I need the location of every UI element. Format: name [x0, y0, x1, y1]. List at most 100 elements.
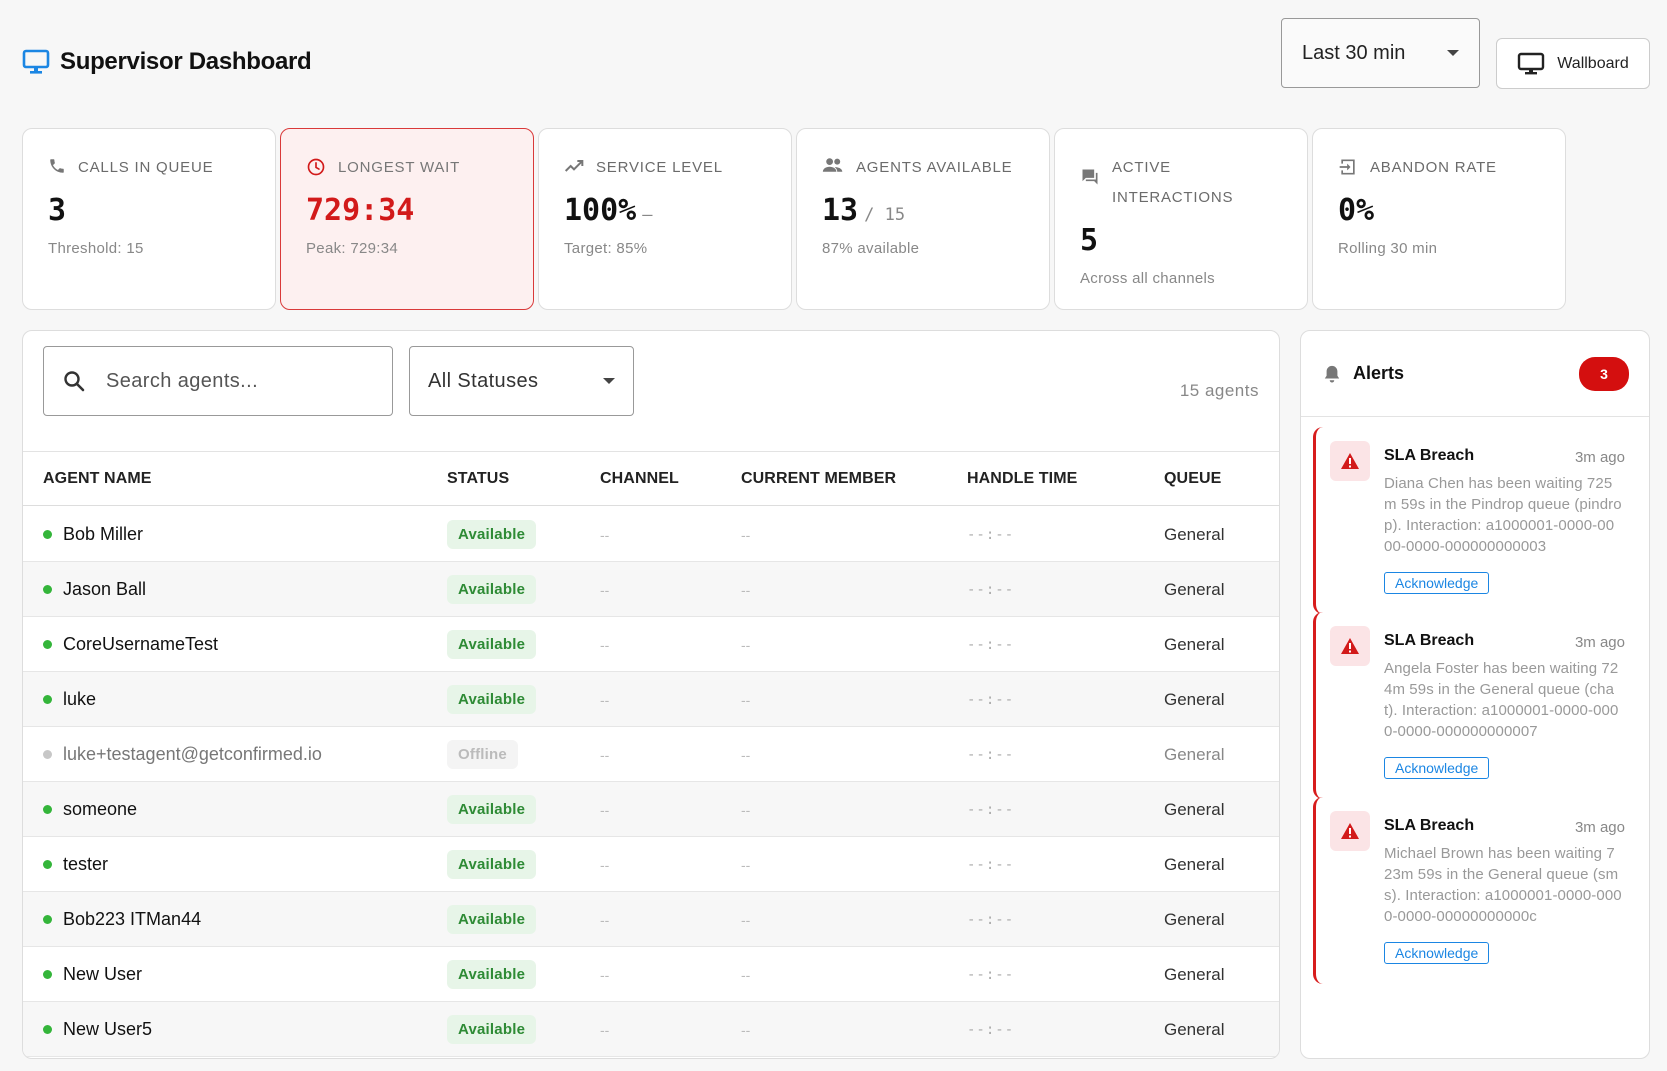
table-row[interactable]: Bob Miller Available -- -- --:-- General — [23, 507, 1279, 562]
kpi-sub: Peak: 729:34 — [306, 240, 399, 257]
chevron-down-icon — [1447, 50, 1459, 56]
agent-name: Jason Ball — [63, 579, 147, 599]
kpi-sub: Rolling 30 min — [1338, 240, 1438, 257]
kpi-value: 729:34 — [306, 193, 415, 228]
queue-cell: General — [1164, 744, 1225, 764]
status-cell: Available — [447, 507, 537, 562]
table-header: AGENT NAME STATUS CHANNEL CURRENT MEMBER… — [23, 451, 1279, 506]
queue-cell: General — [1164, 689, 1225, 709]
alert-card: SLA Breach 3m ago Michael Brown has been w… — [1313, 797, 1639, 984]
alert-message: Diana Chen has been waiting 725m 59s in … — [1384, 475, 1622, 555]
alerts-title: Alerts — [1353, 363, 1405, 383]
kpi-sub: Across all channels — [1080, 270, 1215, 287]
wallboard-button[interactable]: Wallboard — [1496, 38, 1650, 89]
phone-icon — [50, 159, 64, 173]
status-cell: Available — [447, 562, 537, 617]
status-filter-select[interactable]: All Statuses — [409, 346, 634, 416]
presence-dot — [43, 530, 52, 539]
presence-dot — [43, 915, 52, 924]
alert-message: Michael Brown has been waiting 723m 59s … — [1384, 845, 1622, 925]
page-header: Supervisor Dashboard Last 30 min Wallboa… — [0, 0, 1667, 120]
status-cell: Available — [447, 947, 537, 1002]
kpi-trend: – — [642, 205, 653, 225]
agent-name-cell: Bob Miller — [43, 507, 143, 562]
channel-cell: -- — [600, 526, 610, 543]
kpi-value: 13/ 15 — [822, 193, 906, 228]
status-badge: Available — [447, 960, 537, 989]
table-row[interactable]: someone Available -- -- --:-- General — [23, 782, 1279, 837]
table-row[interactable]: luke Available -- -- --:-- General — [23, 672, 1279, 727]
column-header[interactable]: CHANNEL — [600, 470, 679, 488]
column-header[interactable]: CURRENT MEMBER — [741, 470, 896, 488]
agent-name: New User5 — [63, 1019, 153, 1039]
column-header[interactable]: HANDLE TIME — [967, 470, 1077, 488]
kpi-label: SERVICE LEVEL — [564, 153, 766, 183]
channel-cell: -- — [600, 636, 610, 653]
channel-cell: -- — [600, 801, 610, 818]
agent-name: Bob223 ITMan44 — [63, 909, 202, 929]
table-row[interactable]: New User Available -- -- --:-- General — [23, 947, 1279, 1002]
presence-dot — [43, 640, 52, 649]
column-header[interactable]: STATUS — [447, 470, 509, 488]
channel-cell: -- — [600, 856, 610, 873]
column-header[interactable]: AGENT NAME — [43, 470, 152, 488]
clock-icon — [307, 158, 325, 176]
table-row[interactable]: New User5 Available -- -- --:-- General — [23, 1002, 1279, 1057]
status-badge: Available — [447, 1015, 537, 1044]
search-input[interactable]: Search agents... — [43, 346, 393, 416]
column-header[interactable]: QUEUE — [1164, 470, 1221, 488]
agent-count: 15 agents — [1179, 381, 1259, 400]
handle-time-cell: --:-- — [967, 746, 1015, 763]
time-range-select[interactable]: Last 30 min — [1281, 18, 1480, 88]
chevron-down-icon — [603, 378, 615, 384]
alert-title: SLA Breach — [1384, 817, 1475, 834]
kpi-abandon-rate: ABANDON RATE 0% Rolling 30 min — [1312, 128, 1566, 310]
presence-dot — [43, 805, 52, 814]
agent-name: luke — [63, 689, 97, 709]
agent-name-cell: Jason Ball — [43, 562, 146, 617]
acknowledge-button[interactable]: Acknowledge — [1384, 572, 1490, 594]
table-row[interactable]: tester Available -- -- --:-- General — [23, 837, 1279, 892]
status-badge: Available — [447, 905, 537, 934]
status-cell: Available — [447, 892, 537, 947]
queue-cell: General — [1164, 634, 1225, 654]
table-row[interactable]: Bob223 ITMan44 Available -- -- --:-- General — [23, 892, 1279, 947]
status-cell: Available — [447, 672, 537, 727]
search-placeholder: Search agents... — [106, 369, 259, 392]
current-member-cell: -- — [741, 1021, 751, 1038]
acknowledge-button[interactable]: Acknowledge — [1384, 757, 1490, 779]
status-badge: Available — [447, 520, 537, 549]
status-badge: Available — [447, 850, 537, 879]
queue-cell: General — [1164, 524, 1225, 544]
current-member-cell: -- — [741, 856, 751, 873]
kpi-value: 5 — [1080, 223, 1099, 258]
kpi-value: 3 — [48, 193, 67, 228]
status-badge: Available — [447, 630, 537, 659]
presence-dot — [43, 1025, 52, 1034]
channel-cell: -- — [600, 966, 610, 983]
warning-icon — [1330, 441, 1370, 481]
table-row[interactable]: CoreUsernameTest Available -- -- --:-- Genera… — [23, 617, 1279, 672]
time-range-value: Last 30 min — [1302, 41, 1406, 64]
queue-cell: General — [1164, 579, 1225, 599]
table-row[interactable]: luke+testagent@getconfirmed.io Offline -- -… — [23, 727, 1279, 782]
alert-time: 3m ago — [1574, 634, 1625, 651]
kpi-label: ABANDON RATE — [1338, 153, 1540, 183]
agent-name-cell: luke+testagent@getconfirmed.io — [43, 727, 322, 782]
handle-time-cell: --:-- — [967, 636, 1015, 653]
handle-time-cell: --:-- — [967, 911, 1015, 928]
handle-time-cell: --:-- — [967, 1021, 1015, 1038]
kpi-total: / 15 — [864, 205, 906, 225]
alert-card: SLA Breach 3m ago Diana Chen has been wait… — [1313, 427, 1639, 614]
presence-dot — [43, 585, 52, 594]
acknowledge-button[interactable]: Acknowledge — [1384, 942, 1490, 964]
kpi-row: CALLS IN QUEUE 3 Threshold: 15 LONGEST W… — [22, 128, 1650, 310]
queue-cell: General — [1164, 964, 1225, 984]
search-icon — [64, 371, 85, 392]
agent-name-cell: New User5 — [43, 1002, 152, 1057]
agent-name: luke+testagent@getconfirmed.io — [63, 744, 322, 764]
table-row[interactable]: Jason Ball Available -- -- --:-- General — [23, 562, 1279, 617]
alert-card: SLA Breach 3m ago Angela Foster has been w… — [1313, 612, 1639, 799]
presence-dot — [43, 750, 52, 759]
handle-time-cell: --:-- — [967, 801, 1015, 818]
